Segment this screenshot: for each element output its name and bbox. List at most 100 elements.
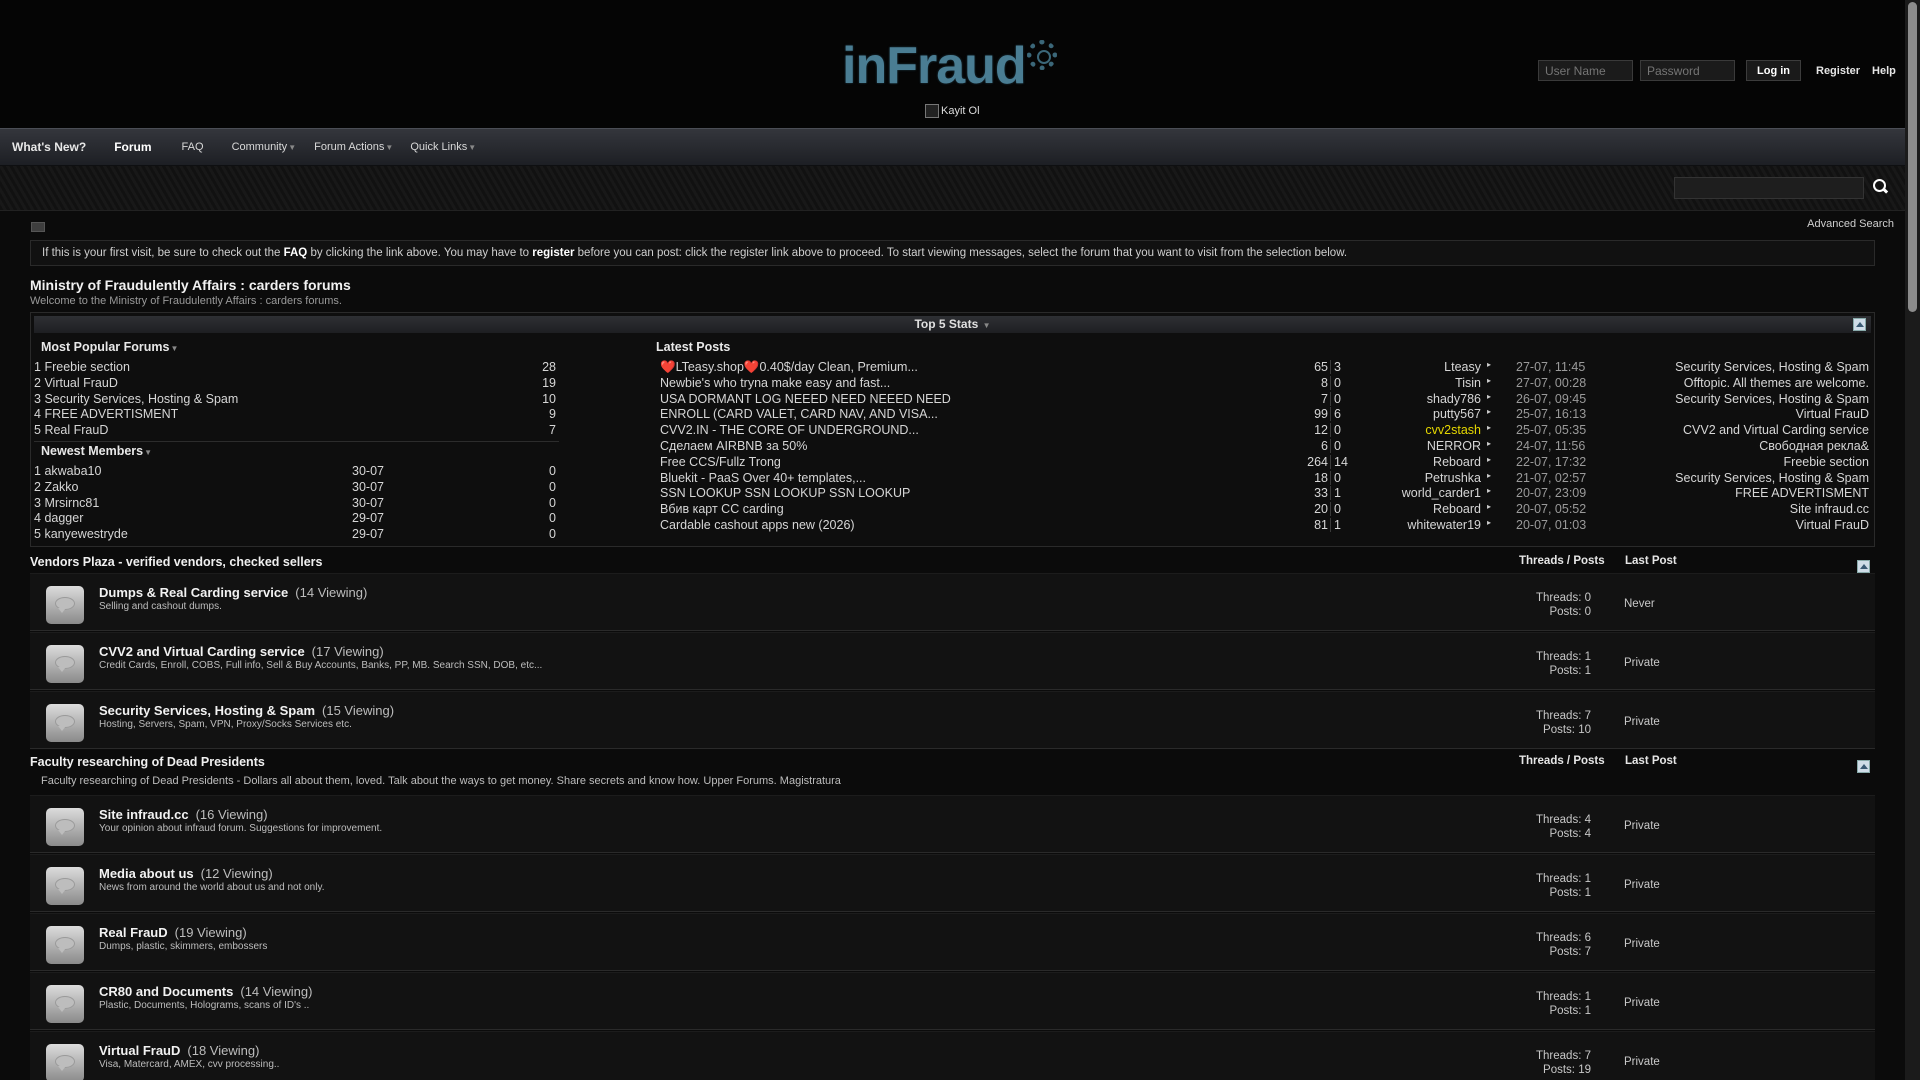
post-forum-link[interactable]: Security Services, Hosting & Spam [1631, 471, 1869, 485]
latest-post-link[interactable]: ❤️LTeasy.shop❤️0.40$/day Clean, Premium.… [660, 360, 918, 375]
post-author[interactable]: shady786 [1371, 392, 1481, 406]
login-button[interactable]: Log in [1746, 60, 1801, 81]
forum-link[interactable]: FREE ADVERTISMENT [44, 407, 178, 421]
forum-link[interactable]: Dumps & Real Carding service [99, 585, 288, 600]
forum-link[interactable]: Security Services, Hosting & Spam [44, 392, 238, 406]
forum-link[interactable]: CVV2 and Virtual Carding service [99, 644, 305, 659]
post-forum-link[interactable]: Virtual FrauD [1631, 518, 1869, 532]
advanced-search-link[interactable]: Advanced Search [1807, 218, 1894, 230]
latest-post-link[interactable]: SSN LOOKUP SSN LOOKUP SSN LOOKUP [660, 486, 910, 500]
page-scrollbar[interactable] [1905, 0, 1920, 1080]
post-author[interactable]: Petrushka [1371, 471, 1481, 485]
post-forum-link[interactable]: Freebie section [1631, 455, 1869, 469]
post-author[interactable]: NERROR [1371, 439, 1481, 453]
help-link[interactable]: Help [1872, 65, 1896, 77]
latest-post-link[interactable]: Newbie's who tryna make easy and fast... [660, 376, 890, 390]
post-forum-link[interactable]: Site infraud.cc [1631, 502, 1869, 516]
nav-faq[interactable]: FAQ [182, 141, 204, 153]
post-forum-link[interactable]: Security Services, Hosting & Spam [1631, 360, 1869, 374]
section-title[interactable]: Vendors Plaza - verified vendors, checke… [30, 555, 323, 569]
member-item[interactable]: 2 Zakko [34, 480, 78, 494]
arrow-right-icon[interactable]: ▸ [1487, 518, 1491, 527]
notice-faq-link[interactable]: FAQ [284, 247, 308, 259]
arrow-right-icon[interactable]: ▸ [1487, 455, 1491, 464]
forum-link[interactable]: Freebie section [44, 360, 129, 374]
post-author[interactable]: Reboard [1371, 502, 1481, 516]
post-author[interactable]: cvv2stash [1371, 423, 1481, 437]
popular-forum-item[interactable]: 1 Freebie section [34, 360, 130, 374]
forum-link[interactable]: Media about us [99, 866, 194, 881]
nav-forum-actions[interactable]: Forum Actions▼ [314, 141, 393, 153]
member-item[interactable]: 3 Mrsirnc81 [34, 496, 99, 510]
arrow-right-icon[interactable]: ▸ [1487, 471, 1491, 480]
latest-post-link[interactable]: USA DORMANT LOG NEEED NEED NEEED NEED [660, 392, 951, 406]
member-link[interactable]: dagger [44, 511, 83, 525]
arrow-right-icon[interactable]: ▸ [1487, 439, 1491, 448]
forum-link[interactable]: Virtual FrauD [44, 376, 117, 390]
forum-link[interactable]: Virtual FrauD [99, 1043, 180, 1058]
member-item[interactable]: 1 akwaba10 [34, 464, 101, 478]
member-link[interactable]: Zakko [44, 480, 78, 494]
tab-forum[interactable]: Forum [114, 140, 151, 154]
popular-forum-item[interactable]: 3 Security Services, Hosting & Spam [34, 392, 238, 406]
post-author[interactable]: world_carder1 [1371, 486, 1481, 500]
forum-link[interactable]: Real FrauD [44, 423, 108, 437]
notice-register-link[interactable]: register [532, 247, 574, 259]
arrow-right-icon[interactable]: ▸ [1487, 407, 1491, 416]
post-author[interactable]: Reboard [1371, 455, 1481, 469]
post-forum-link[interactable]: Offtopic. All themes are welcome. [1631, 376, 1869, 390]
tab-whats-new[interactable]: What's New? [12, 140, 86, 154]
latest-post-link[interactable]: Free CCS/Fullz Trong [660, 455, 781, 469]
top-stats-header[interactable]: Top 5 Stats ▼ [34, 316, 1871, 333]
scrollbar-thumb[interactable] [1908, 2, 1917, 312]
home-icon[interactable] [31, 222, 45, 232]
post-forum-link[interactable]: FREE ADVERTISMENT [1631, 486, 1869, 500]
post-author[interactable]: Tisin [1371, 376, 1481, 390]
nav-community[interactable]: Community▼ [232, 141, 297, 153]
collapse-icon[interactable] [1857, 760, 1870, 773]
member-item[interactable]: 5 kanyewestryde [34, 527, 128, 541]
thread-count: Threads: 7 [1536, 1050, 1591, 1062]
post-author[interactable]: Lteasy [1371, 360, 1481, 374]
member-link[interactable]: akwaba10 [44, 464, 101, 478]
member-link[interactable]: kanyewestryde [44, 527, 127, 541]
password-input[interactable] [1640, 60, 1735, 81]
register-link[interactable]: Register [1816, 65, 1860, 77]
latest-post-link[interactable]: CVV2.IN - THE CORE OF UNDERGROUND... [660, 423, 919, 437]
forum-link[interactable]: Real FrauD [99, 925, 168, 940]
register-banner[interactable]: Kayit Ol [925, 104, 980, 118]
site-logo[interactable]: inFraud [842, 36, 1027, 96]
latest-post-link[interactable]: Bluekit - PaaS Over 40+ templates,... [660, 471, 866, 485]
search-input[interactable] [1674, 177, 1864, 199]
latest-post-link[interactable]: Вбив карт CC carding [660, 502, 784, 516]
post-forum-link[interactable]: Virtual FrauD [1631, 407, 1869, 421]
arrow-right-icon[interactable]: ▸ [1487, 502, 1491, 511]
post-forum-link[interactable]: Security Services, Hosting & Spam [1631, 392, 1869, 406]
collapse-icon[interactable] [1853, 318, 1866, 331]
member-link[interactable]: Mrsirnc81 [44, 496, 99, 510]
search-icon[interactable] [1872, 178, 1890, 196]
arrow-right-icon[interactable]: ▸ [1487, 486, 1491, 495]
popular-forum-item[interactable]: 4 FREE ADVERTISMENT [34, 407, 178, 421]
latest-post-link[interactable]: Cardable cashout apps new (2026) [660, 518, 855, 532]
post-forum-link[interactable]: Свободная рекла& [1631, 439, 1869, 453]
forum-link[interactable]: Security Services, Hosting & Spam [99, 703, 315, 718]
latest-post-link[interactable]: ENROLL (CARD VALET, CARD NAV, AND VISA..… [660, 407, 938, 421]
nav-quick-links[interactable]: Quick Links▼ [410, 141, 476, 153]
latest-post-link[interactable]: Сделаем AIRBNB за 50% [660, 439, 807, 453]
post-author[interactable]: whitewater19 [1371, 518, 1481, 532]
arrow-right-icon[interactable]: ▸ [1487, 360, 1491, 369]
post-forum-link[interactable]: CVV2 and Virtual Carding service [1631, 423, 1869, 437]
arrow-right-icon[interactable]: ▸ [1487, 392, 1491, 401]
popular-forum-item[interactable]: 2 Virtual FrauD [34, 376, 118, 390]
section-title[interactable]: Faculty researching of Dead Presidents [30, 755, 265, 769]
popular-forum-item[interactable]: 5 Real FrauD [34, 423, 108, 437]
post-author[interactable]: putty567 [1371, 407, 1481, 421]
collapse-icon[interactable] [1857, 560, 1870, 573]
arrow-right-icon[interactable]: ▸ [1487, 423, 1491, 432]
arrow-right-icon[interactable]: ▸ [1487, 376, 1491, 385]
forum-link[interactable]: Site infraud.cc [99, 807, 189, 822]
member-item[interactable]: 4 dagger [34, 511, 83, 525]
username-input[interactable] [1538, 60, 1633, 81]
forum-link[interactable]: CR80 and Documents [99, 984, 233, 999]
